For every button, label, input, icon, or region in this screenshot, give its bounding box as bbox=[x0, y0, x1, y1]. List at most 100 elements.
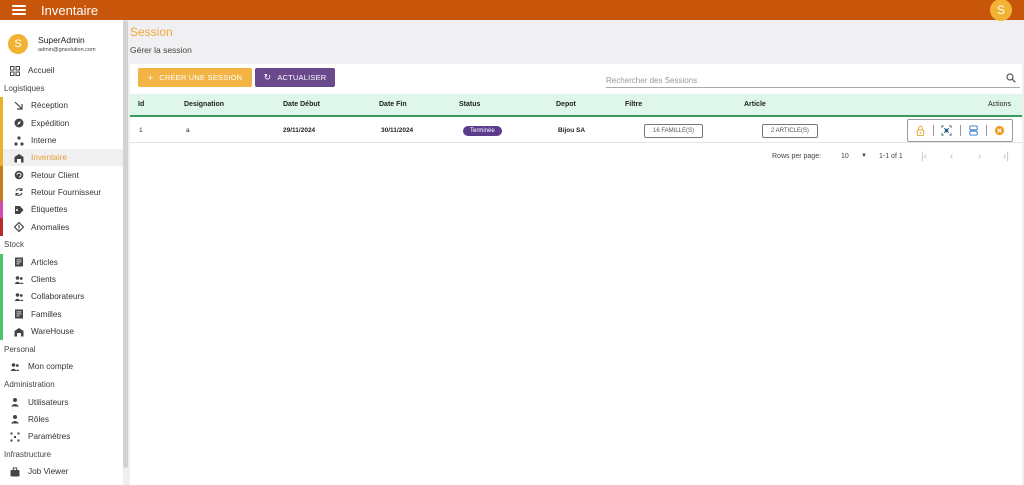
sidebar-item-roles[interactable]: Rôles bbox=[0, 411, 123, 428]
split-action-button[interactable] bbox=[961, 125, 987, 136]
section-infrastructure: Infrastructure bbox=[4, 449, 52, 459]
settings-grid-icon bbox=[10, 432, 20, 442]
section-administration: Administration bbox=[4, 379, 55, 389]
document-icon bbox=[14, 309, 24, 319]
compass-icon bbox=[14, 118, 24, 128]
table-header: Id Designation Date Début Date Fin Statu… bbox=[130, 94, 1022, 117]
briefcase-icon bbox=[10, 467, 20, 477]
sidebar-item-reception[interactable]: Réception bbox=[0, 97, 123, 115]
sidebar-item-inventaire[interactable]: Inventaire bbox=[0, 149, 123, 167]
sidebar-item-anomalies[interactable]: Anomalies bbox=[0, 218, 123, 236]
next-page-icon[interactable]: › bbox=[978, 146, 981, 166]
cell-id: 1 bbox=[139, 127, 143, 134]
cell-designation: a bbox=[186, 127, 190, 134]
cell-depot: Bijou SA bbox=[558, 127, 586, 134]
article-chip-button[interactable]: 2 ARTICLE(S) bbox=[762, 123, 818, 138]
sidebar-item-label: Job Viewer bbox=[28, 467, 69, 477]
sidebar-item-parametres[interactable]: Paramètres bbox=[0, 428, 123, 445]
section-personal: Personal bbox=[4, 344, 36, 354]
pagination: Rows per page: 10 ▼ 1-1 of 1 |‹ ‹ › ›| bbox=[130, 146, 1022, 166]
sidebar-item-warehouse[interactable]: WareHouse bbox=[0, 322, 123, 341]
sidebar-item-utilisateurs[interactable]: Utilisateurs bbox=[0, 393, 123, 410]
sidebar-item-expedition[interactable]: Expédition bbox=[0, 114, 123, 132]
lock-action-button[interactable] bbox=[908, 125, 935, 136]
sessions-card: + CRÉER UNE SESSION ↻ ACTUALISER Id Desi… bbox=[130, 64, 1022, 485]
table-row[interactable]: 1 a 29/11/2024 30/11/2024 Terminée Bijou… bbox=[130, 119, 1022, 143]
sidebar-item-label: Clients bbox=[31, 275, 57, 285]
prev-page-icon[interactable]: ‹ bbox=[950, 146, 953, 166]
warehouse-icon bbox=[14, 153, 24, 163]
tag-icon bbox=[14, 205, 24, 215]
refresh-button[interactable]: ↻ ACTUALISER bbox=[255, 68, 335, 87]
section-stock: Stock bbox=[4, 240, 25, 250]
person-icon bbox=[10, 414, 20, 424]
scan-action-button[interactable] bbox=[934, 125, 961, 136]
search-icon[interactable] bbox=[1006, 73, 1016, 83]
people-icon bbox=[10, 362, 20, 372]
main-content: Session Gérer la session + CRÉER UNE SES… bbox=[130, 20, 1024, 485]
document-icon bbox=[14, 257, 24, 267]
sidebar-item-label: Collaborateurs bbox=[31, 292, 85, 302]
sidebar-item-job-viewer[interactable]: Job Viewer bbox=[0, 463, 123, 480]
status-badge: Terminée bbox=[463, 125, 502, 136]
search-input[interactable] bbox=[606, 72, 986, 89]
last-page-icon[interactable]: ›| bbox=[1003, 146, 1009, 166]
scan-icon bbox=[941, 125, 952, 136]
refresh-icon: ↻ bbox=[263, 72, 272, 82]
user-avatar[interactable]: S bbox=[990, 0, 1012, 21]
dashboard-icon bbox=[10, 65, 20, 76]
sidebar-item-mon-compte[interactable]: Mon compte bbox=[0, 358, 123, 375]
col-filtre: Filtre bbox=[625, 101, 643, 108]
people-icon bbox=[14, 275, 24, 285]
cancel-action-button[interactable] bbox=[987, 125, 1012, 136]
sidebar-scrollbar[interactable] bbox=[123, 20, 128, 468]
sidebar-item-label: Expédition bbox=[31, 118, 70, 128]
sidebar: S SuperAdmin admin@gnsolution.com Accuei… bbox=[0, 20, 123, 485]
lock-icon bbox=[916, 125, 925, 136]
sidebar-item-accueil[interactable]: Accueil bbox=[0, 62, 123, 79]
sidebar-item-label: Rôles bbox=[28, 414, 49, 424]
sidebar-item-label: Anomalies bbox=[31, 222, 70, 232]
sidebar-item-label: Accueil bbox=[28, 66, 55, 76]
sidebar-item-collaborateurs[interactable]: Collaborateurs bbox=[0, 288, 123, 306]
first-page-icon[interactable]: |‹ bbox=[921, 146, 927, 166]
filtre-chip-button[interactable]: 16 FAMILLE(S) bbox=[644, 123, 704, 138]
col-designation: Designation bbox=[184, 101, 225, 108]
person-icon bbox=[10, 397, 20, 407]
col-id: Id bbox=[138, 101, 145, 108]
col-date-fin: Date Fin bbox=[379, 101, 407, 108]
rows-per-page-value: 10 bbox=[841, 152, 849, 160]
rows-per-page-label: Rows per page: bbox=[772, 152, 822, 160]
people-icon bbox=[14, 292, 24, 302]
sidebar-item-label: Réception bbox=[31, 101, 68, 111]
hierarchy-icon bbox=[14, 135, 24, 146]
row-actions bbox=[907, 119, 1013, 142]
page-title: Session bbox=[130, 25, 173, 39]
sidebar-item-etiquettes[interactable]: Étiquettes bbox=[0, 201, 123, 219]
profile-email: admin@gnsolution.com bbox=[38, 47, 96, 53]
hamburger-menu-icon[interactable] bbox=[12, 3, 26, 17]
cell-date-debut: 29/11/2024 bbox=[283, 127, 316, 134]
storage-icon bbox=[969, 125, 978, 136]
sidebar-item-label: Retour Fournisseur bbox=[31, 187, 102, 197]
warning-diamond-icon bbox=[14, 222, 24, 233]
sidebar-item-label: Articles bbox=[31, 257, 58, 267]
caret-down-icon: ▼ bbox=[861, 153, 867, 159]
sidebar-item-retour-fournisseur[interactable]: Retour Fournisseur bbox=[0, 183, 123, 202]
create-session-button[interactable]: + CRÉER UNE SESSION bbox=[138, 68, 252, 87]
sidebar-item-label: Utilisateurs bbox=[28, 397, 69, 407]
sidebar-item-familles[interactable]: Familles bbox=[0, 305, 123, 323]
app-title: Inventaire bbox=[41, 2, 99, 18]
sidebar-item-label: WareHouse bbox=[31, 327, 74, 336]
rows-per-page-select[interactable]: 10 ▼ bbox=[841, 146, 867, 166]
sidebar-item-clients[interactable]: Clients bbox=[0, 270, 123, 289]
col-actions: Actions bbox=[988, 101, 1011, 108]
sidebar-item-interne[interactable]: Interne bbox=[0, 131, 123, 150]
sidebar-item-articles[interactable]: Articles bbox=[0, 253, 123, 271]
sidebar-item-label: Inventaire bbox=[31, 153, 67, 163]
sidebar-item-retour-client[interactable]: Retour Client bbox=[0, 166, 123, 184]
col-article: Article bbox=[744, 101, 766, 108]
profile-name: SuperAdmin bbox=[38, 35, 85, 45]
warehouse-icon bbox=[14, 327, 24, 337]
profile-block: S SuperAdmin admin@gnsolution.com bbox=[0, 26, 123, 62]
